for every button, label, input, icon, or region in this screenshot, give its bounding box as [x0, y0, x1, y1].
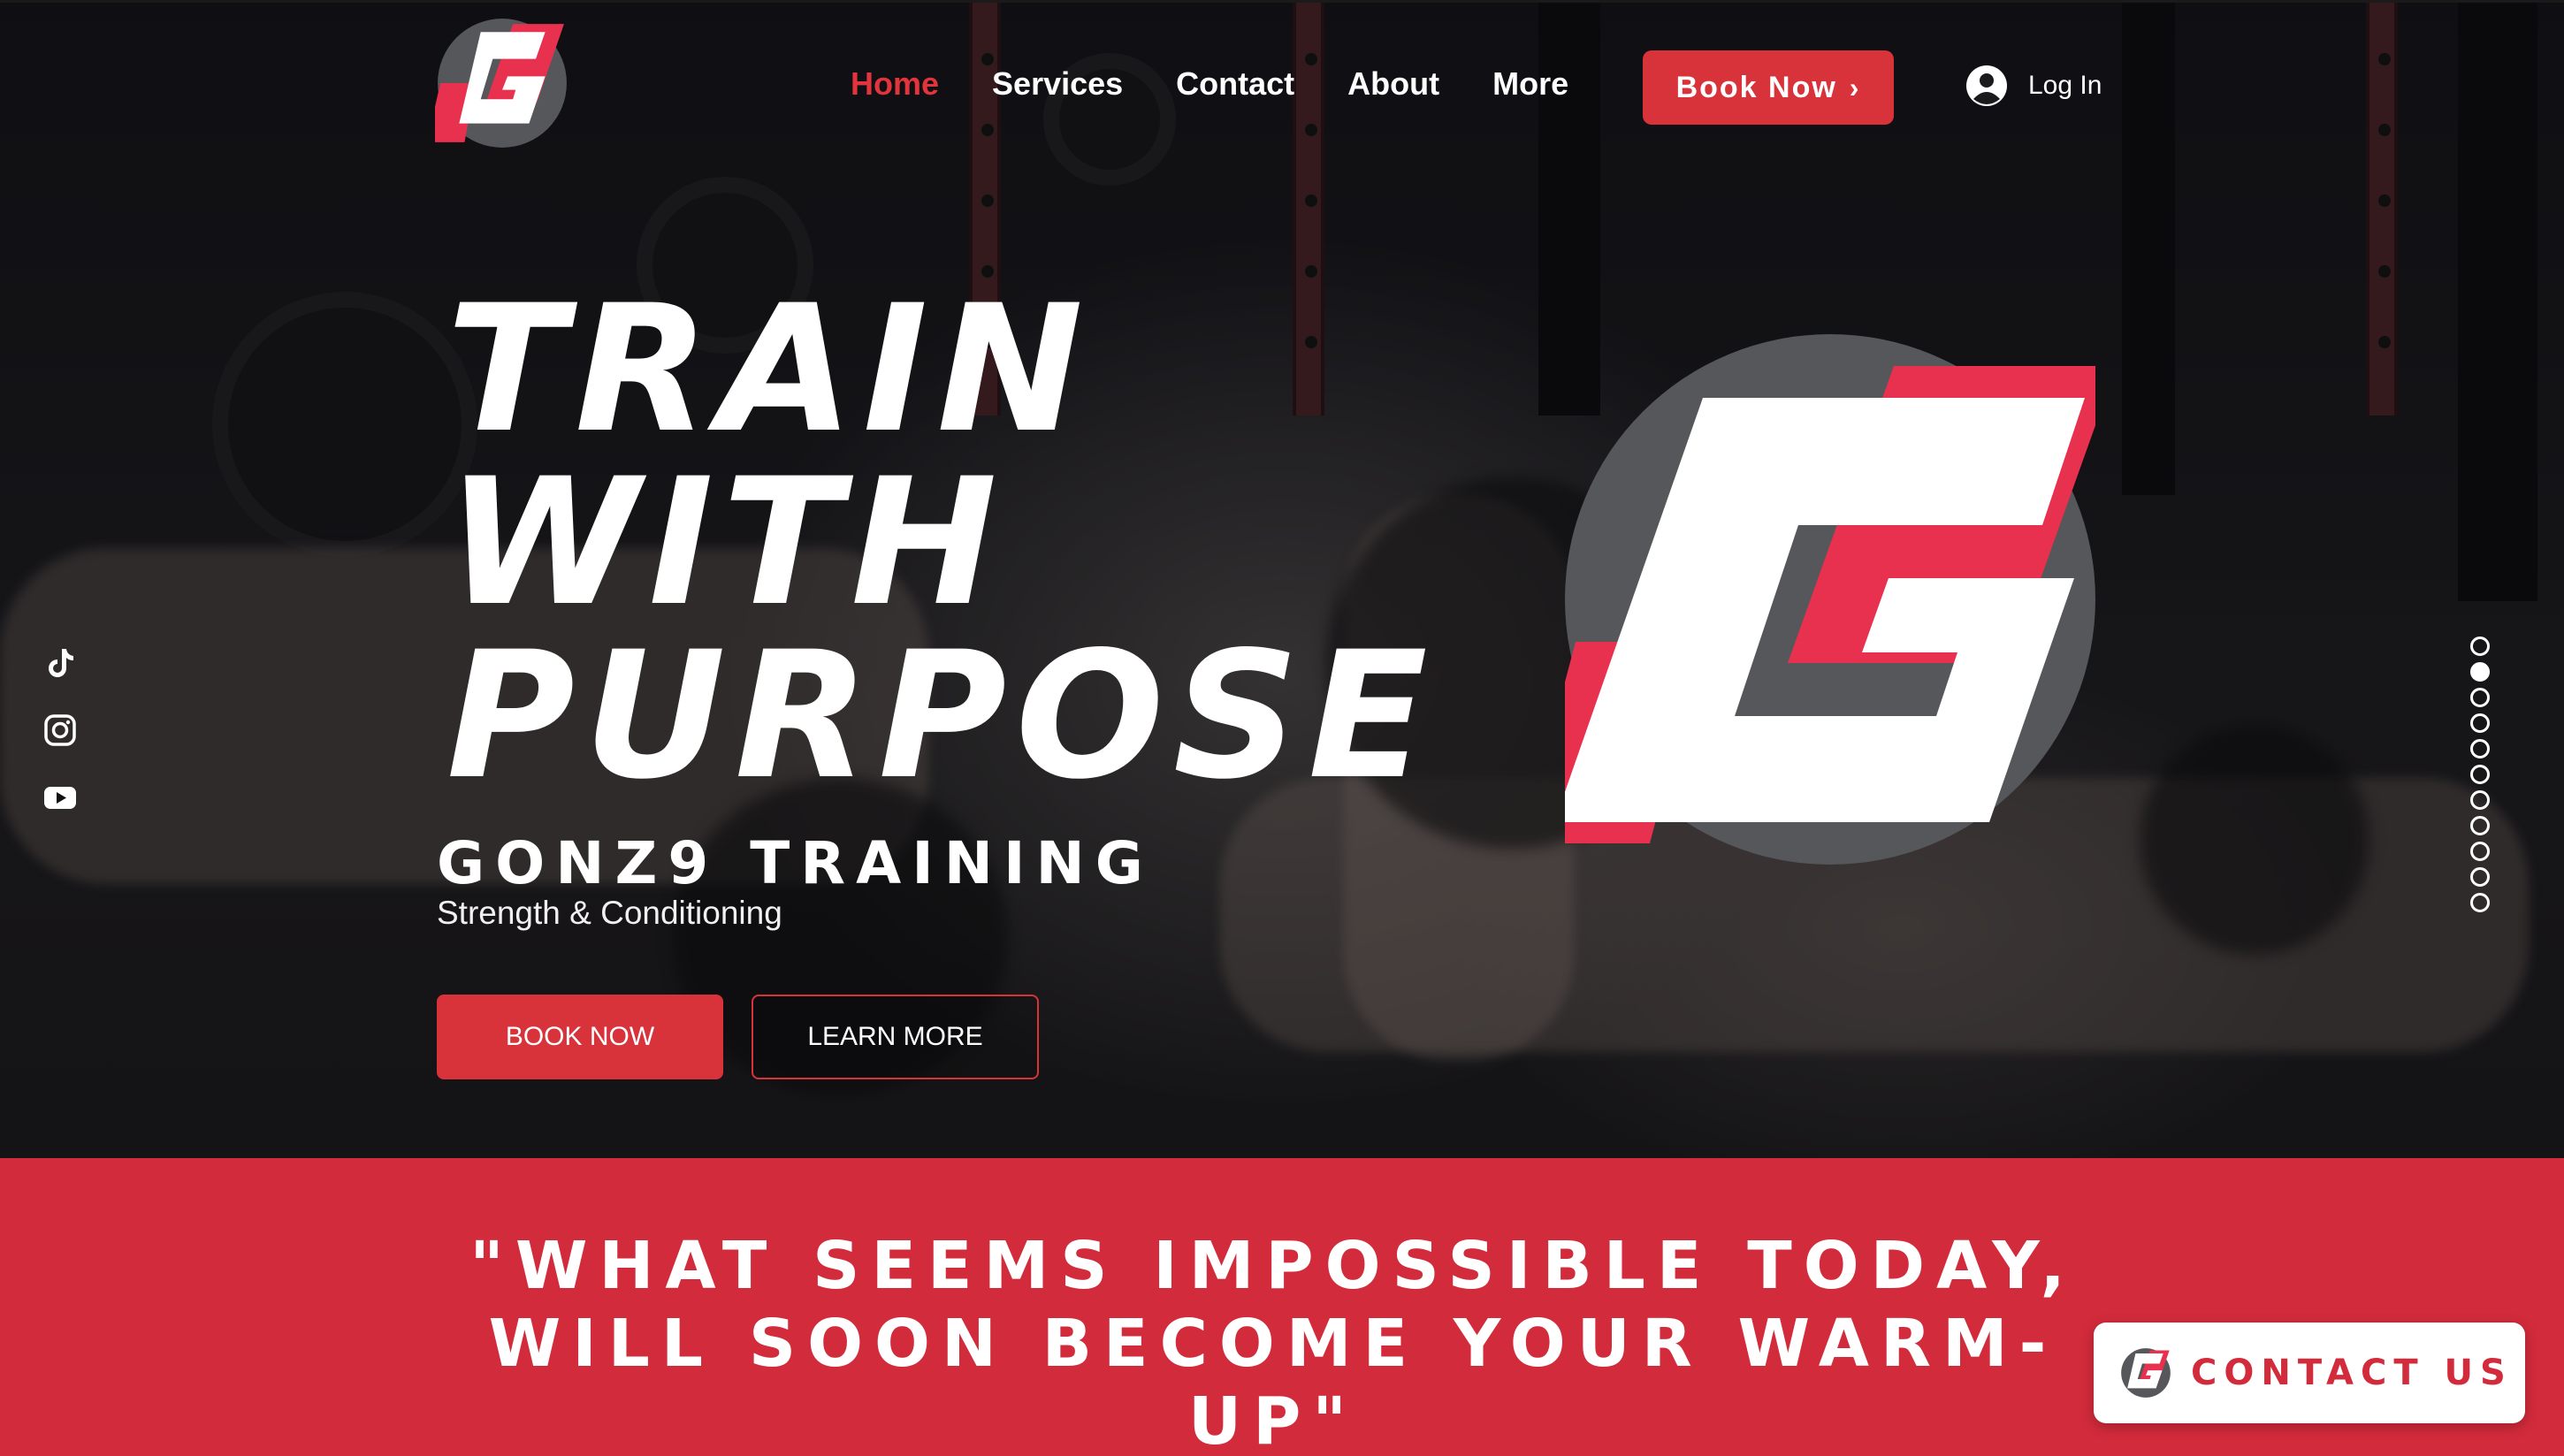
nav-more[interactable]: More	[1492, 65, 1568, 103]
book-now-header-label: Book Now	[1675, 70, 1837, 104]
section-dot[interactable]	[2470, 713, 2490, 733]
section-dot[interactable]	[2470, 637, 2490, 656]
chevron-right-icon: ›	[1849, 71, 1861, 103]
section-dot[interactable]	[2470, 867, 2490, 887]
login-button[interactable]: Log In	[1966, 65, 2102, 106]
nav-about[interactable]: About	[1347, 65, 1439, 103]
gonz9-logo-icon[interactable]	[435, 16, 569, 150]
learn-more-button[interactable]: LEARN MORE	[752, 995, 1039, 1079]
tagline: Strength & Conditioning	[437, 895, 782, 931]
gonz9-large-logo-icon	[1565, 334, 2095, 865]
section-dot[interactable]	[2470, 662, 2490, 682]
gonz9-mini-logo-icon	[2121, 1348, 2171, 1398]
section-dot[interactable]	[2470, 688, 2490, 707]
section-dot[interactable]	[2470, 765, 2490, 784]
nav-contact[interactable]: Contact	[1176, 65, 1294, 103]
nav-home[interactable]: Home	[851, 65, 939, 103]
hero-headline: TRAIN WITH PURPOSE	[446, 267, 1437, 818]
motivational-quote: "WHAT SEEMS IMPOSSIBLE TODAY, WILL SOON …	[469, 1228, 2077, 1456]
book-now-button[interactable]: BOOK NOW	[437, 995, 723, 1079]
tiktok-icon[interactable]	[42, 645, 78, 681]
login-label: Log In	[2028, 71, 2102, 100]
headline-line-1: TRAIN	[446, 267, 1093, 471]
top-border	[0, 0, 2564, 3]
contact-us-label: CONTACT US	[2191, 1353, 2513, 1393]
brand-name: GONZ9 TRAINING	[437, 829, 1154, 897]
user-avatar-icon	[1966, 65, 2007, 106]
social-links	[42, 645, 78, 815]
headline-line-3: PURPOSE	[446, 614, 1437, 818]
section-dot[interactable]	[2470, 739, 2490, 758]
headline-line-2: WITH	[446, 440, 1006, 644]
youtube-icon[interactable]	[42, 780, 78, 815]
section-dot[interactable]	[2470, 816, 2490, 835]
section-nav-dots	[2470, 637, 2490, 912]
book-now-header-button[interactable]: Book Now ›	[1643, 50, 1894, 125]
main-nav: Home Services Contact About More	[851, 65, 1622, 103]
contact-us-button[interactable]: CONTACT US	[2094, 1323, 2525, 1423]
nav-services[interactable]: Services	[992, 65, 1123, 103]
section-dot[interactable]	[2470, 842, 2490, 861]
section-dot[interactable]	[2470, 893, 2490, 912]
instagram-icon[interactable]	[42, 713, 78, 748]
section-dot[interactable]	[2470, 790, 2490, 810]
